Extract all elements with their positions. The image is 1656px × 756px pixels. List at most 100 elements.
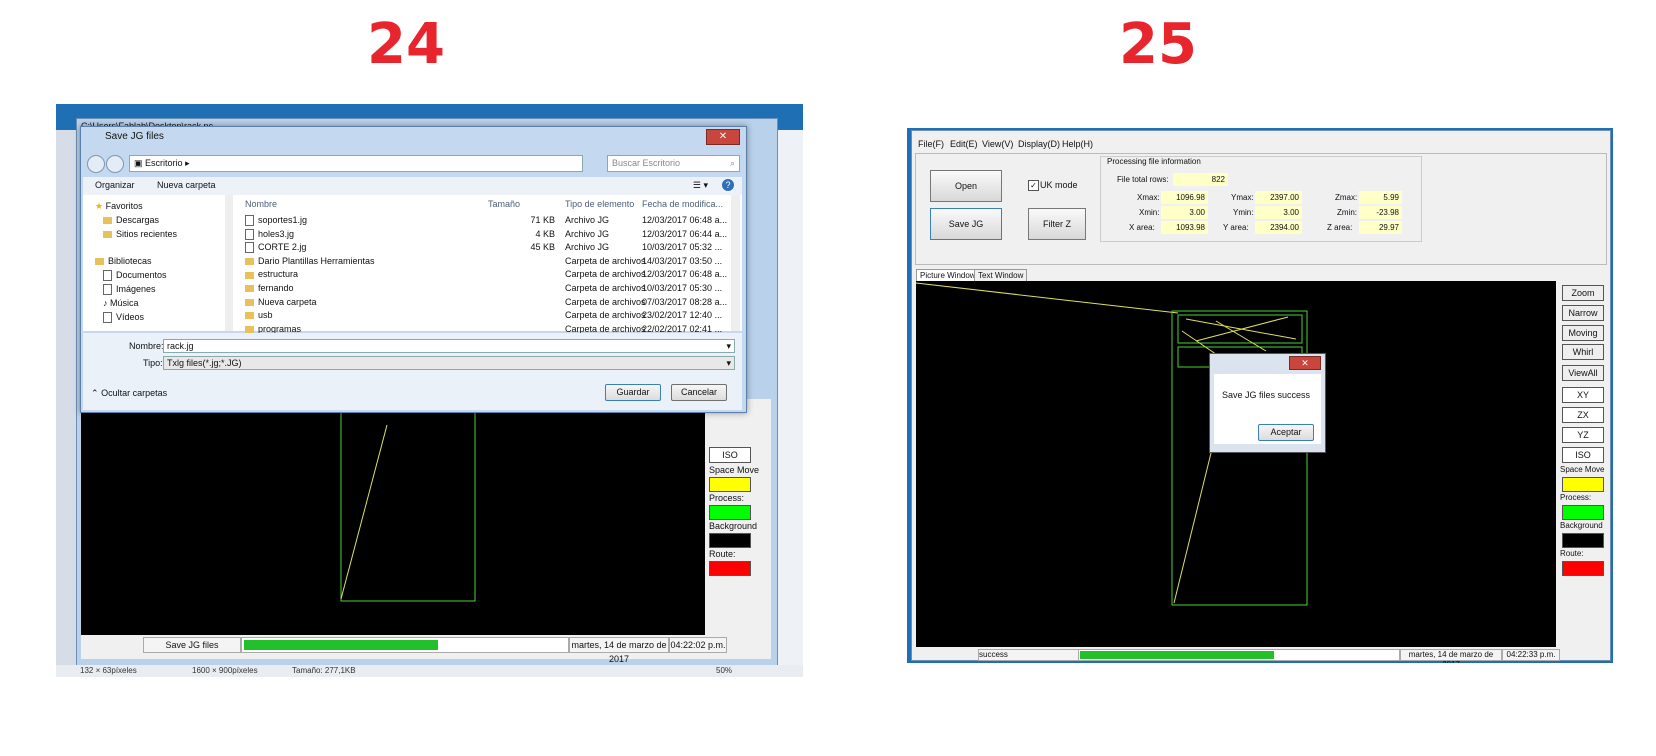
organize-button[interactable]: Organizar <box>95 180 135 190</box>
menu-display[interactable]: Display(D) <box>1018 139 1060 149</box>
new-folder-button[interactable]: Nueva carpeta <box>157 180 216 190</box>
route-label: Route: <box>709 549 736 559</box>
file-row[interactable]: CORTE 2.jg 45 KB Archivo JG 10/03/2017 05:3… <box>245 242 725 255</box>
process-color-swatch-right[interactable] <box>1562 505 1604 520</box>
message-text: Save JG files success <box>1222 390 1311 400</box>
tree-downloads[interactable]: Descargas <box>103 215 159 225</box>
zmin-label: Zmin: <box>1337 208 1357 217</box>
zmax-value: 5.99 <box>1359 191 1402 204</box>
file-icon <box>245 242 254 254</box>
status-time: 04:22:02 p.m. <box>669 637 727 653</box>
file-row[interactable]: Nueva carpeta Carpeta de archivos 07/03/20… <box>245 297 727 310</box>
process-color-swatch[interactable] <box>709 505 751 520</box>
file-row[interactable]: estructura Carpeta de archivos 12/03/2017 … <box>245 269 727 282</box>
dialog-close-button[interactable]: ✕ <box>706 129 740 145</box>
address-bar[interactable]: ▣ Escritorio ▸ <box>129 155 583 172</box>
whirl-button[interactable]: Whirl <box>1562 344 1604 360</box>
zarea-value: 29.97 <box>1359 221 1402 234</box>
background-color-swatch[interactable] <box>709 533 751 548</box>
progress-fill-right <box>1080 651 1274 659</box>
processing-info-panel: Processing file information File total r… <box>1100 156 1422 242</box>
background-color-swatch-right[interactable] <box>1562 533 1604 548</box>
column-name[interactable]: Nombre <box>245 199 277 209</box>
menu-view[interactable]: View(V) <box>982 139 1013 149</box>
filename-input[interactable]: rack.jg ▾ <box>163 339 735 353</box>
accept-button[interactable]: Aceptar <box>1258 424 1314 441</box>
status-message: Save JG files <box>143 637 241 653</box>
column-type[interactable]: Tipo de elemento <box>565 199 634 209</box>
file-name: holes3.jg <box>245 229 294 240</box>
file-name-text: estructura <box>258 269 299 280</box>
status-date-right: martes, 14 de marzo de 2017 <box>1400 649 1502 663</box>
view-side-panel-right: Zoom Narrow Moving Whirl ViewAll XY ZX Y… <box>1558 281 1608 647</box>
zmax-label: Zmax: <box>1335 193 1358 202</box>
file-list-scrollbar[interactable] <box>731 195 740 331</box>
tree-music[interactable]: ♪ Música <box>103 298 139 308</box>
file-type: Archivo JG <box>565 215 610 225</box>
file-row[interactable]: holes3.jg 4 KB Archivo JG 12/03/2017 06:44 … <box>245 229 727 242</box>
downloads-folder-icon <box>103 217 112 225</box>
narrow-button[interactable]: Narrow <box>1562 305 1604 321</box>
view-options-icon[interactable]: ☰ ▾ <box>693 180 708 191</box>
iso-view-button[interactable]: ISO <box>709 447 751 463</box>
save-jg-button[interactable]: Save JG <box>930 208 1002 240</box>
tree-images[interactable]: Imágenes <box>103 284 156 296</box>
file-row[interactable]: Dario Plantillas Herramientas Carpeta de … <box>245 256 725 269</box>
iso-view-button-right[interactable]: ISO <box>1562 447 1604 463</box>
tree-videos[interactable]: Vídeos <box>103 312 144 324</box>
file-type: Carpeta de archivos <box>565 310 646 321</box>
tree-libraries-label: Bibliotecas <box>108 256 152 266</box>
toolpath-canvas-right[interactable] <box>916 281 1556 647</box>
step-number-25: 25 <box>1119 12 1197 77</box>
chevron-up-icon: ⌃ <box>91 388 99 398</box>
yz-view-button[interactable]: YZ <box>1562 427 1604 443</box>
file-date: 14/03/2017 03:50 ... <box>642 255 723 266</box>
file-row[interactable]: usb Carpeta de archivos 23/02/2017 12:40 .… <box>245 310 725 323</box>
file-size: 45 KB <box>530 242 555 253</box>
file-name-text: holes3.jg <box>258 228 295 239</box>
folder-icon <box>245 271 254 279</box>
save-button[interactable]: Guardar <box>605 384 661 401</box>
hide-folders-toggle[interactable]: ⌃ Ocultar carpetas <box>91 388 167 399</box>
tree-libraries[interactable]: Bibliotecas <box>95 256 152 266</box>
folder-icon: ▣ <box>134 158 143 168</box>
file-size: 71 KB <box>530 215 555 225</box>
file-row[interactable]: soportes1.jg 71 KB Archivo JG 12/03/2017 06… <box>245 215 727 228</box>
message-close-button[interactable]: ✕ <box>1289 356 1321 370</box>
status-message-right: success C:\Users\Fablab\Des <box>978 649 1080 661</box>
filter-z-button[interactable]: Filter Z <box>1028 208 1086 240</box>
moving-button[interactable]: Moving <box>1562 325 1604 341</box>
cancel-button[interactable]: Cancelar <box>671 384 727 401</box>
back-arrow-icon[interactable] <box>87 155 105 173</box>
menu-help[interactable]: Help(H) <box>1062 139 1093 149</box>
column-date[interactable]: Fecha de modifica... <box>642 199 723 209</box>
status-bar: Save JG files martes, 14 de marzo de 201… <box>81 637 771 664</box>
tree-scrollbar[interactable] <box>225 195 233 331</box>
space-move-color-swatch[interactable] <box>709 477 751 492</box>
forward-arrow-icon[interactable] <box>106 155 124 173</box>
search-placeholder: Buscar Escritorio <box>612 158 681 168</box>
file-row[interactable]: fernando Carpeta de archivos 10/03/2017 05… <box>245 283 725 296</box>
view-all-button[interactable]: ViewAll <box>1562 365 1604 381</box>
tree-recent[interactable]: Sitios recientes <box>103 229 177 239</box>
menu-file[interactable]: File(F) <box>918 139 944 149</box>
help-icon[interactable]: ? <box>722 179 734 191</box>
open-button[interactable]: Open <box>930 170 1002 202</box>
uk-mode-checkbox[interactable]: ✓ <box>1028 180 1039 191</box>
route-color-swatch-right[interactable] <box>1562 561 1604 576</box>
tree-documents[interactable]: Documentos <box>103 270 167 282</box>
tree-favorites[interactable]: ★ Favoritos <box>95 201 143 212</box>
zoom-button[interactable]: Zoom <box>1562 285 1604 301</box>
menu-edit[interactable]: Edit(E) <box>950 139 978 149</box>
toolpath-canvas[interactable] <box>81 405 705 635</box>
save-file-dialog: Save JG files ✕ ▣ Escritorio ▸ Buscar Es… <box>80 126 747 413</box>
filetype-select[interactable]: Txlg files(*.jg;*.JG) ▾ <box>163 356 735 370</box>
total-rows-value: 822 <box>1173 173 1228 186</box>
search-input[interactable]: Buscar Escritorio ⌕ <box>607 155 740 172</box>
zx-view-button[interactable]: ZX <box>1562 407 1604 423</box>
xy-view-button[interactable]: XY <box>1562 387 1604 403</box>
file-type: Carpeta de archivos <box>565 255 646 266</box>
column-size[interactable]: Tamaño <box>488 199 520 209</box>
space-move-color-swatch-right[interactable] <box>1562 477 1604 492</box>
route-color-swatch[interactable] <box>709 561 751 576</box>
